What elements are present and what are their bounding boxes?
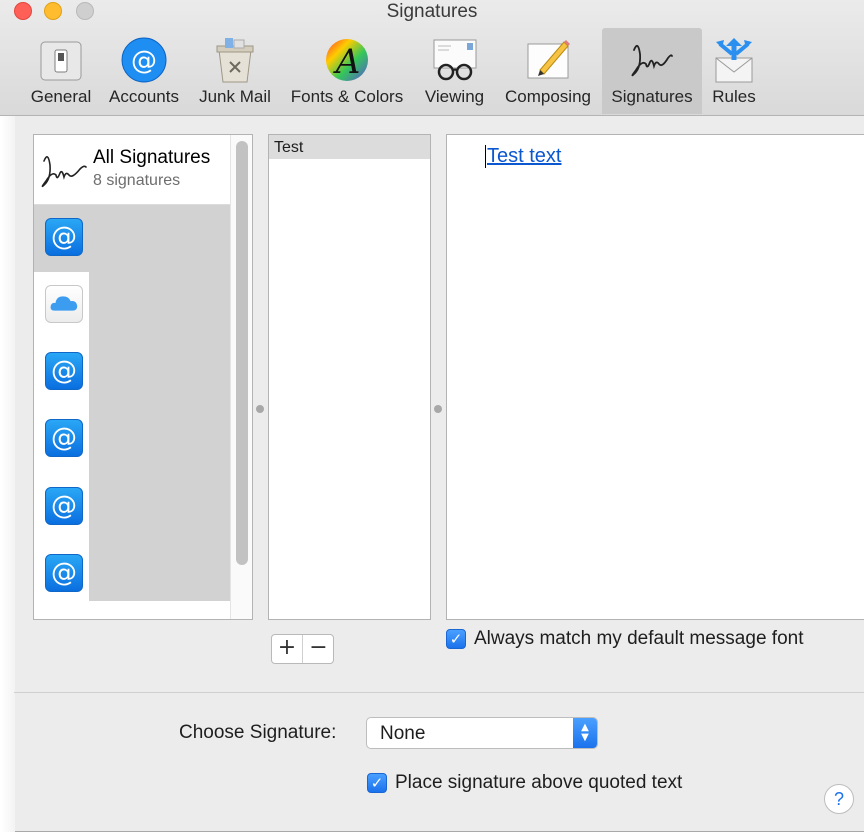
all-signatures-count: 8 signatures xyxy=(93,172,181,189)
signature-name-item[interactable]: Test xyxy=(269,135,430,159)
toolbar-label-composing: Composing xyxy=(505,87,591,106)
help-button[interactable]: ? xyxy=(824,784,854,814)
signature-icon xyxy=(631,44,673,77)
signature-icon xyxy=(41,156,87,188)
toolbar-item-signatures[interactable]: Signatures xyxy=(602,28,702,114)
signature-names-list[interactable]: Test xyxy=(268,134,431,620)
toolbar-item-general[interactable]: General xyxy=(25,28,97,114)
at-sign-icon: @ xyxy=(45,218,83,256)
window-title: Signatures xyxy=(386,1,478,22)
toolbar-label-viewing: Viewing xyxy=(424,87,485,106)
account-row[interactable]: @ xyxy=(34,474,89,541)
toolbar-item-fonts-colors[interactable]: A Fonts & Colors xyxy=(283,28,411,114)
toolbar-label-signatures: Signatures xyxy=(611,87,693,106)
all-signatures-item[interactable]: All Signatures 8 signatures xyxy=(34,135,230,205)
signature-editor[interactable]: Test text xyxy=(446,134,864,620)
choose-signature-value: None xyxy=(380,723,426,744)
add-signature-button[interactable]: + xyxy=(272,635,303,663)
toolbar-label-rules: Rules xyxy=(712,87,756,106)
at-sign-icon: @ xyxy=(121,37,167,83)
toolbar-item-composing[interactable]: Composing xyxy=(498,28,598,114)
general-switch-icon xyxy=(40,41,82,81)
all-signatures-title: All Signatures xyxy=(93,147,211,168)
font-color-wheel-icon: A xyxy=(326,39,368,82)
trash-can-icon xyxy=(216,38,254,83)
svg-text:@: @ xyxy=(131,46,157,76)
section-divider xyxy=(14,692,864,693)
account-row[interactable]: @ xyxy=(34,339,89,406)
match-font-label: Always match my default message font xyxy=(474,628,804,649)
toolbar-label-fonts-colors: Fonts & Colors xyxy=(290,87,404,106)
toolbar-item-viewing[interactable]: Viewing xyxy=(417,28,492,114)
choose-signature-label: Choose Signature: xyxy=(179,722,337,743)
account-row-icloud[interactable] xyxy=(34,272,89,339)
choose-signature-select[interactable]: None ▲ ▼ xyxy=(366,717,598,749)
updown-arrows-icon: ▲ ▼ xyxy=(573,718,597,748)
account-selection-area xyxy=(89,205,230,601)
rules-envelope-icon xyxy=(715,38,753,83)
titlebar: Signatures General @ Accounts Junk Mail xyxy=(0,0,864,116)
glasses-envelope-icon xyxy=(433,39,476,81)
svg-text:A: A xyxy=(333,42,361,82)
at-sign-icon: @ xyxy=(45,487,83,525)
toolbar-item-rules[interactable]: Rules xyxy=(706,28,762,114)
at-sign-icon: @ xyxy=(45,419,83,457)
place-above-label: Place signature above quoted text xyxy=(395,772,683,793)
icloud-icon xyxy=(45,285,83,323)
at-sign-icon: @ xyxy=(45,352,83,390)
toolbar-item-accounts[interactable]: @ Accounts xyxy=(102,28,186,114)
account-row[interactable]: @ xyxy=(34,406,89,473)
signature-text[interactable]: Test text xyxy=(485,145,561,168)
splitter-handle-left[interactable] xyxy=(256,405,264,413)
toolbar-label-accounts: Accounts xyxy=(109,87,179,106)
signature-accounts-list[interactable]: All Signatures 8 signatures @ @ @ @ @ xyxy=(33,134,253,620)
place-above-checkbox[interactable]: ✓ xyxy=(367,773,387,793)
at-sign-icon: @ xyxy=(45,554,83,592)
toolbar-label-junk-mail: Junk Mail xyxy=(199,87,271,106)
vertical-scrollbar[interactable] xyxy=(230,135,252,619)
splitter-handle-right[interactable] xyxy=(434,405,442,413)
match-font-checkbox[interactable]: ✓ xyxy=(446,629,466,649)
account-row[interactable]: @ xyxy=(34,541,89,608)
scrollbar-thumb[interactable] xyxy=(236,141,248,565)
toolbar-item-junk-mail[interactable]: Junk Mail xyxy=(193,28,277,114)
toolbar-label-general: General xyxy=(30,87,92,106)
remove-signature-button[interactable]: − xyxy=(303,635,334,663)
add-remove-control: + − xyxy=(271,634,334,664)
account-row[interactable]: @ xyxy=(34,205,89,272)
pencil-paper-icon xyxy=(527,40,570,79)
